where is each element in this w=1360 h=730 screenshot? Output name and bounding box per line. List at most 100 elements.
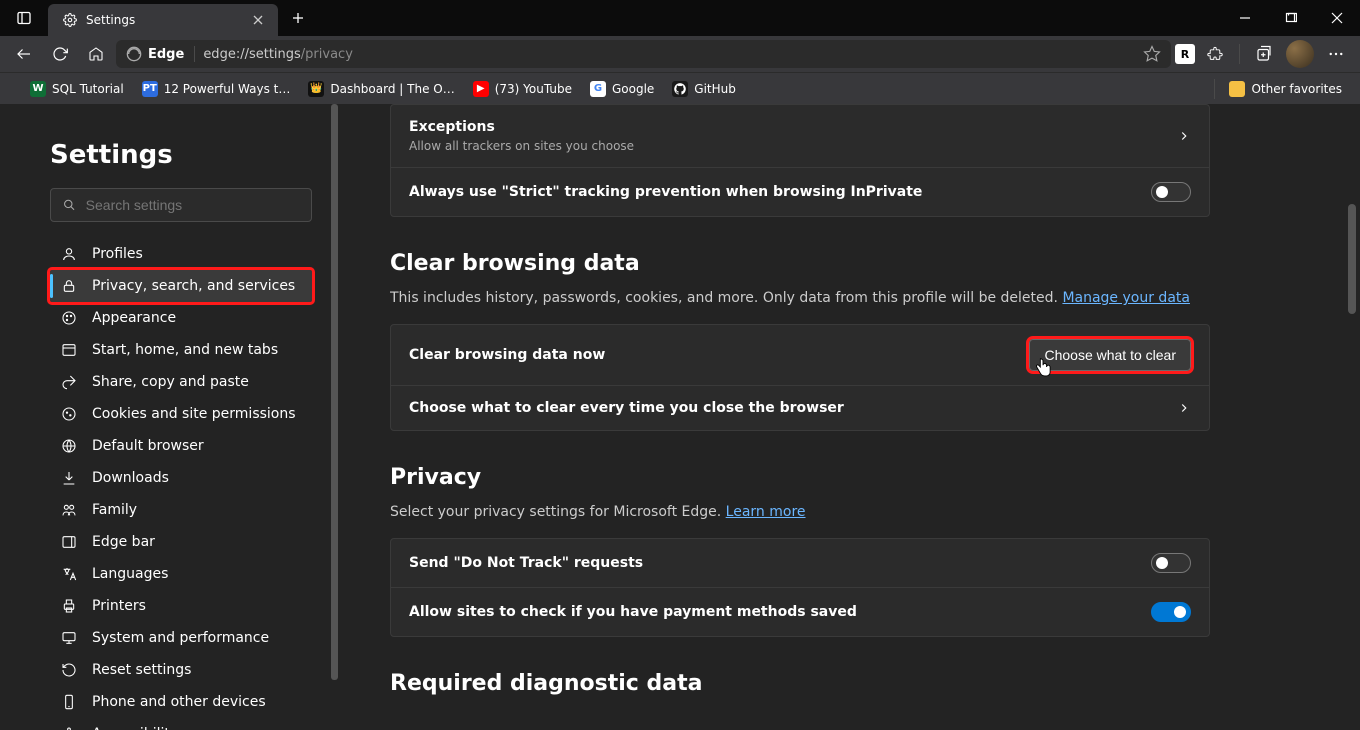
gear-icon (62, 12, 78, 28)
url-path-main: edge://settings (203, 47, 300, 62)
language-icon (60, 566, 78, 582)
minimize-icon (1239, 12, 1251, 24)
toggle-knob (1174, 606, 1186, 618)
sidebar-item-default-browser[interactable]: Default browser (50, 430, 312, 462)
favorite-button[interactable] (1143, 45, 1161, 63)
privacy-card: Send "Do Not Track" requests Allow sites… (390, 538, 1210, 637)
sidebar-item-languages[interactable]: Languages (50, 558, 312, 590)
sidebar-item-label: Languages (92, 566, 168, 582)
learn-more-link[interactable]: Learn more (726, 504, 806, 520)
dnt-toggle[interactable] (1151, 553, 1191, 573)
row-title: Allow sites to check if you have payment… (409, 604, 1139, 620)
window-minimize-button[interactable] (1222, 0, 1268, 36)
exceptions-row[interactable]: Exceptions Allow all trackers on sites y… (391, 105, 1209, 167)
sidebar-item-reset[interactable]: Reset settings (50, 654, 312, 686)
printer-icon (60, 598, 78, 614)
puzzle-icon (1206, 45, 1224, 63)
url-text: edge://settings/privacy (203, 47, 1135, 62)
bookmark-item[interactable]: 👑Dashboard | The O… (300, 77, 462, 101)
toggle-knob (1156, 557, 1168, 569)
sidebar-item-printers[interactable]: Printers (50, 590, 312, 622)
sidebar-item-appearance[interactable]: Appearance (50, 302, 312, 334)
scrollbar-thumb[interactable] (1348, 204, 1356, 314)
bookmark-item[interactable]: W SQL Tutorial (22, 77, 132, 101)
bookmark-item[interactable]: GGoogle (582, 77, 662, 101)
search-input[interactable] (86, 197, 299, 213)
bookmark-item[interactable]: ▶ (73) YouTube (465, 77, 580, 101)
bookmark-item[interactable]: PT12 Powerful Ways t… (134, 77, 299, 101)
strict-tracking-row: Always use "Strict" tracking prevention … (391, 167, 1209, 216)
sidebar-item-profiles[interactable]: Profiles (50, 238, 312, 270)
window-close-button[interactable] (1314, 0, 1360, 36)
collections-icon (1255, 45, 1273, 63)
titlebar-spacer (318, 0, 1222, 36)
sidebar-item-accessibility[interactable]: Accessibility (50, 718, 312, 730)
choose-what-to-clear-button[interactable]: Choose what to clear (1029, 339, 1191, 371)
sidebar-item-privacy[interactable]: Privacy, search, and services (50, 270, 312, 302)
search-box[interactable] (50, 188, 312, 222)
url-box[interactable]: Edge edge://settings/privacy (116, 40, 1171, 68)
privacy-desc: Select your privacy settings for Microso… (390, 504, 1210, 520)
refresh-icon (52, 46, 68, 62)
site-identity[interactable]: Edge (126, 46, 195, 62)
desc-text: This includes history, passwords, cookie… (390, 290, 1062, 306)
sidebar-item-edgebar[interactable]: Edge bar (50, 526, 312, 558)
row-subtitle: Allow all trackers on sites you choose (409, 139, 1165, 153)
sidebar-item-family[interactable]: Family (50, 494, 312, 526)
sidebar-item-label: Phone and other devices (92, 694, 266, 710)
extension-area: R (1175, 40, 1352, 68)
scrollbar-thumb[interactable] (331, 104, 338, 680)
payment-check-row: Allow sites to check if you have payment… (391, 587, 1209, 636)
sidebar-item-label: Accessibility (92, 726, 178, 730)
manage-data-link[interactable]: Manage your data (1062, 290, 1190, 306)
favicon: ▶ (473, 81, 489, 97)
new-tab-button[interactable] (278, 0, 318, 36)
sidebar-item-phone[interactable]: Phone and other devices (50, 686, 312, 718)
extensions-button[interactable] (1199, 40, 1231, 68)
divider (1214, 79, 1215, 99)
row-title: Clear browsing data now (409, 347, 1017, 363)
sidebar-item-system[interactable]: System and performance (50, 622, 312, 654)
bookmark-label: (73) YouTube (495, 82, 572, 96)
dnt-row: Send "Do Not Track" requests (391, 539, 1209, 587)
window-maximize-button[interactable] (1268, 0, 1314, 36)
profile-icon (60, 246, 78, 262)
bookmark-item[interactable]: GitHub (664, 77, 744, 101)
home-button[interactable] (80, 40, 112, 68)
strict-tracking-toggle[interactable] (1151, 182, 1191, 202)
profile-button[interactable] (1284, 40, 1316, 68)
sidebar-item-label: Appearance (92, 310, 176, 326)
back-button[interactable] (8, 40, 40, 68)
sidebar-item-share[interactable]: Share, copy and paste (50, 366, 312, 398)
sidebar-item-start[interactable]: Start, home, and new tabs (50, 334, 312, 366)
row-title: Always use "Strict" tracking prevention … (409, 184, 1139, 200)
clear-data-desc: This includes history, passwords, cookie… (390, 290, 1210, 306)
chevron-right-icon (1177, 401, 1191, 415)
bookmark-label: Other favorites (1251, 82, 1342, 96)
other-favorites[interactable]: Other favorites (1221, 77, 1350, 101)
bookmark-label: SQL Tutorial (52, 82, 124, 96)
clear-data-heading: Clear browsing data (390, 251, 1360, 276)
toggle-knob (1156, 186, 1168, 198)
favicon: W (30, 81, 46, 97)
payment-toggle[interactable] (1151, 602, 1191, 622)
sidebar-scrollbar[interactable] (331, 104, 338, 730)
tab-actions-button[interactable] (0, 0, 48, 36)
collections-button[interactable] (1248, 40, 1280, 68)
browser-tab[interactable]: Settings (48, 4, 278, 36)
close-icon (253, 15, 263, 25)
content-scrollbar[interactable] (1344, 104, 1360, 730)
sidebar-item-label: Privacy, search, and services (92, 278, 295, 294)
tab-close-button[interactable] (250, 12, 266, 28)
bookmark-label: GitHub (694, 82, 736, 96)
clear-on-close-row[interactable]: Choose what to clear every time you clos… (391, 385, 1209, 430)
refresh-button[interactable] (44, 40, 76, 68)
reset-icon (60, 662, 78, 678)
app-menu-button[interactable] (1320, 40, 1352, 68)
download-icon (60, 470, 78, 486)
chevron-right-icon (1177, 129, 1191, 143)
sidebar-item-cookies[interactable]: Cookies and site permissions (50, 398, 312, 430)
search-icon (63, 198, 76, 212)
extension-r-button[interactable]: R (1175, 44, 1195, 64)
sidebar-item-downloads[interactable]: Downloads (50, 462, 312, 494)
